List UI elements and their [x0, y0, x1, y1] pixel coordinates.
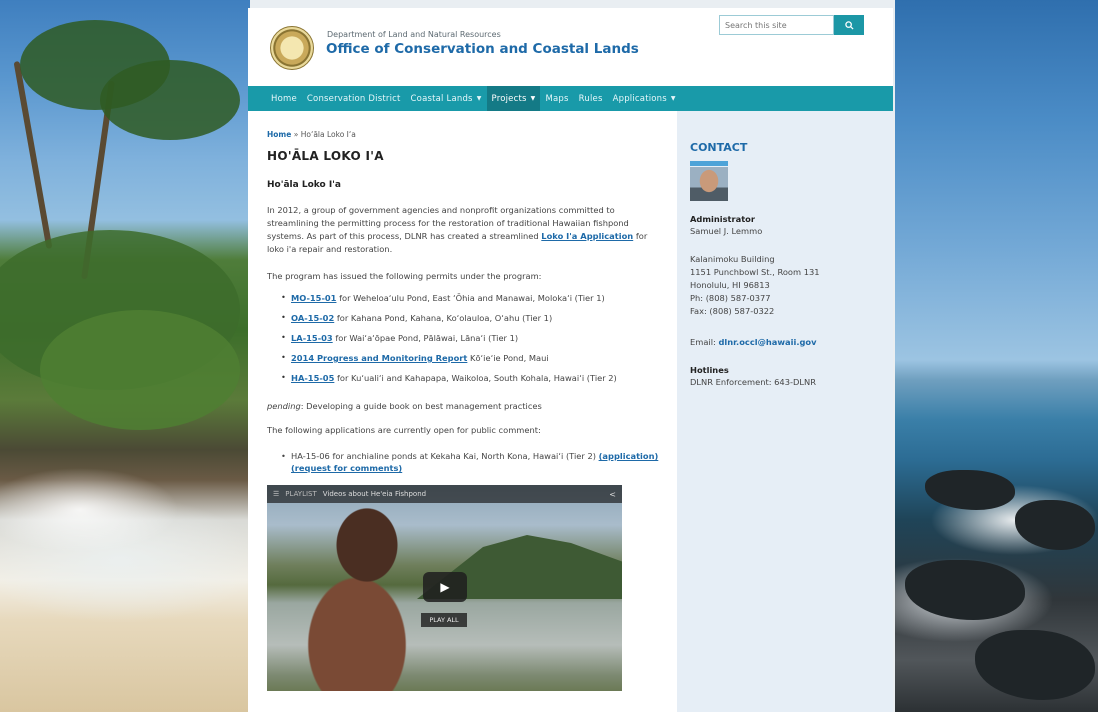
caret-down-icon: ▼ — [670, 95, 676, 102]
background-beach-right — [895, 0, 1098, 712]
permit-link[interactable]: HA-15-05 — [291, 373, 334, 383]
permits-list: MO-15-01 for Weheloa‘ulu Pond, East ‘Ōhi… — [281, 292, 661, 393]
permit-link[interactable]: OA-15-02 — [291, 313, 334, 323]
application-link[interactable]: (application) — [599, 451, 659, 461]
contact-email-line: Email: dlnr.occl@hawaii.gov — [690, 336, 817, 348]
list-item: MO-15-01 for Weheloa‘ulu Pond, East ‘Ōhi… — [281, 292, 661, 313]
nav-label: Home — [271, 93, 297, 104]
contact-address-line: Kalanimoku Building — [690, 254, 775, 264]
report-link[interactable]: 2014 Progress and Monitoring Report — [291, 353, 467, 363]
email-link[interactable]: dlnr.occl@hawaii.gov — [718, 337, 816, 347]
nav-label: Coastal Lands — [410, 93, 473, 104]
contact-address-line: 1151 Punchbowl St., Room 131 — [690, 267, 820, 277]
main-nav: Home Conservation District Coastal Lands… — [248, 86, 893, 111]
list-item: LA-15-03 for Wai‘a‘ōpae Pond, Pālāwai, L… — [281, 332, 661, 353]
permits-lead: The program has issued the following per… — [267, 271, 542, 281]
playlist-icon[interactable]: ☰ — [273, 490, 279, 498]
permit-link[interactable]: LA-15-03 — [291, 333, 333, 343]
open-comment-lead: The following applications are currently… — [267, 425, 541, 435]
video-title[interactable]: Videos about He'eia Fishpond — [323, 490, 426, 498]
caret-down-icon: ▼ — [476, 95, 482, 102]
list-item: HA-15-06 for anchialine ponds at Kekaha … — [281, 450, 661, 474]
breadcrumb-separator: » — [293, 130, 299, 139]
contact-phone: Ph: (808) 587-0377 — [690, 293, 771, 303]
permit-text: for Weheloa‘ulu Pond, East ‘Ōhia and Man… — [336, 293, 605, 303]
play-button[interactable]: ▶ — [423, 572, 467, 602]
breadcrumb: Home » Ho‘āla Loko I‘a — [267, 130, 356, 139]
playlist-label[interactable]: PLAYLIST — [285, 490, 317, 498]
nav-home[interactable]: Home — [266, 86, 302, 111]
applications-list: HA-15-06 for anchialine ponds at Kekaha … — [281, 450, 661, 474]
nav-conservation-district[interactable]: Conservation District — [302, 86, 406, 111]
share-icon[interactable]: < — [609, 490, 616, 499]
intro-paragraph: In 2012, a group of government agencies … — [267, 204, 651, 256]
site-header: Department of Land and Natural Resources… — [248, 8, 893, 84]
play-icon: ▶ — [440, 580, 450, 594]
application-text: HA-15-06 for anchialine ponds at Kekaha … — [291, 451, 599, 461]
list-item: OA-15-02 for Kahana Pond, Kahana, Ko‘ola… — [281, 312, 661, 333]
contact-sidebar: CONTACT Administrator Samuel J. Lemmo Ka… — [677, 111, 893, 712]
request-for-comments-link[interactable]: (request for comments) — [291, 463, 402, 473]
caret-down-icon: ▼ — [530, 95, 536, 102]
hotline-text: DLNR Enforcement: 643-DLNR — [690, 377, 816, 387]
contact-heading: CONTACT — [690, 141, 748, 154]
state-seal-logo[interactable] — [270, 26, 314, 70]
background-beach-left — [0, 0, 250, 712]
nav-label: Rules — [578, 93, 603, 104]
play-all-button[interactable]: PLAY ALL — [421, 613, 467, 627]
list-item: HA-15-05 for Ku‘uali‘i and Kahapapa, Wai… — [281, 372, 661, 393]
nav-projects[interactable]: Projects ▼ — [486, 86, 541, 111]
permit-text: for Ku‘uali‘i and Kahapapa, Waikoloa, So… — [334, 373, 617, 383]
contact-address-line: Honolulu, HI 96813 — [690, 280, 770, 290]
page-title: HO'ĀLA LOKO I'A — [267, 149, 384, 163]
agency-subtitle: Department of Land and Natural Resources — [327, 30, 501, 39]
nav-label: Maps — [545, 93, 569, 104]
pending-text: : Developing a guide book on best manage… — [300, 401, 542, 411]
permit-text: for Kahana Pond, Kahana, Ko‘olauloa, O‘a… — [334, 313, 553, 323]
search-input[interactable] — [719, 15, 834, 35]
video-thumbnail-person — [287, 505, 437, 691]
permit-text: Kō‘ie‘ie Pond, Maui — [467, 353, 549, 363]
avatar — [690, 167, 728, 201]
nav-label: Projects — [491, 93, 527, 104]
nav-coastal-lands[interactable]: Coastal Lands ▼ — [406, 86, 487, 111]
video-player[interactable]: ☰ PLAYLIST Videos about He'eia Fishpond … — [267, 485, 622, 691]
content-area: Home » Ho‘āla Loko I‘a HO'ĀLA LOKO I'A H… — [248, 111, 893, 712]
agency-title[interactable]: Office of Conservation and Coastal Lands — [326, 41, 639, 57]
search-icon — [844, 20, 854, 30]
hotlines-heading: Hotlines — [690, 365, 729, 375]
breadcrumb-current: Ho‘āla Loko I‘a — [300, 130, 356, 139]
nav-label: Conservation District — [306, 93, 401, 104]
permit-link[interactable]: MO-15-01 — [291, 293, 336, 303]
contact-fax: Fax: (808) 587-0322 — [690, 306, 775, 316]
email-label: Email: — [690, 337, 719, 347]
contact-name: Samuel J. Lemmo — [690, 226, 763, 236]
loko-ia-application-link[interactable]: Loko I'a Application — [541, 231, 633, 241]
section-heading: Ho'āla Loko I'a — [267, 180, 341, 190]
nav-rules[interactable]: Rules — [574, 86, 608, 111]
pending-label: pending — [267, 401, 301, 411]
permit-text: for Wai‘a‘ōpae Pond, Pālāwai, Lāna‘i (Ti… — [332, 333, 519, 343]
nav-applications[interactable]: Applications ▼ — [608, 86, 681, 111]
breadcrumb-home-link[interactable]: Home — [267, 130, 291, 139]
search-form — [719, 15, 864, 35]
pending-note: pending: Developing a guide book on best… — [267, 401, 542, 411]
contact-role: Administrator — [690, 214, 755, 224]
nav-label: Applications — [612, 93, 667, 104]
video-title-bar: ☰ PLAYLIST Videos about He'eia Fishpond … — [267, 485, 622, 503]
nav-maps[interactable]: Maps — [540, 86, 573, 111]
search-button[interactable] — [834, 15, 864, 35]
heading-underline — [690, 161, 728, 166]
list-item: 2014 Progress and Monitoring Report Kō‘i… — [281, 352, 661, 373]
page-container: Department of Land and Natural Resources… — [248, 8, 893, 712]
